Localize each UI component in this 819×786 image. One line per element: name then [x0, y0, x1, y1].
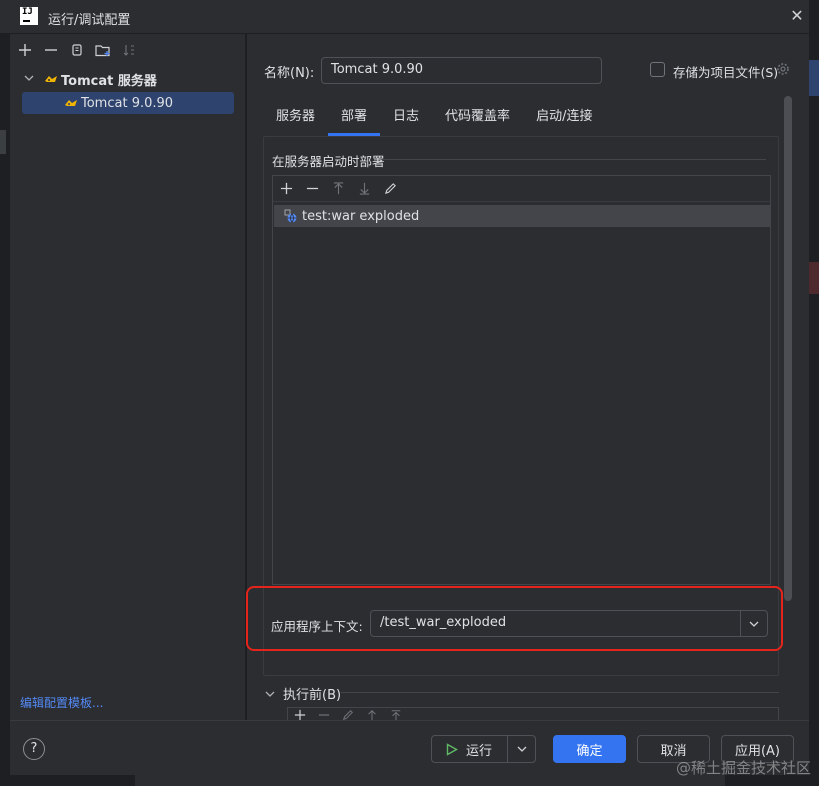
tomcat-icon [45, 76, 57, 82]
add-icon[interactable] [294, 709, 306, 720]
gear-icon[interactable] [775, 61, 791, 77]
remove-icon[interactable] [318, 709, 330, 720]
close-icon[interactable]: ✕ [789, 8, 805, 24]
tomcat-icon [65, 100, 77, 106]
add-icon[interactable] [277, 180, 295, 198]
watermark: @稀土掘金技术社区 [675, 759, 811, 777]
run-label: 运行 [466, 743, 493, 759]
title-bar: IJ 运行/调试配置 ✕ [0, 0, 819, 34]
ok-button[interactable]: 确定 [553, 735, 626, 763]
deployment-list: test:war exploded [272, 175, 771, 585]
background-error-stripe [809, 262, 819, 294]
new-folder-icon[interactable] [94, 41, 112, 59]
background-tab-accent [809, 60, 819, 96]
tree-group-tomcat-server[interactable]: Tomcat 服务器 [22, 68, 157, 90]
background-status-block [135, 775, 725, 786]
add-icon[interactable] [16, 41, 34, 59]
section-divider [382, 159, 766, 160]
window-title: 运行/调试配置 [48, 13, 131, 28]
before-launch-toolbar [287, 707, 779, 720]
edit-pencil-icon[interactable] [381, 180, 399, 198]
vertical-scrollbar[interactable] [784, 96, 792, 601]
chevron-down-icon[interactable] [740, 611, 767, 636]
name-input[interactable]: Tomcat 9.0.90 [321, 57, 602, 84]
move-top-icon[interactable] [390, 709, 402, 720]
tab-server[interactable]: 服务器 [263, 104, 328, 136]
intellij-logo-icon: IJ [20, 7, 38, 25]
store-as-project-file-checkbox[interactable] [650, 62, 665, 77]
run-button[interactable]: 运行 [432, 736, 509, 762]
tree-item-label: Tomcat 9.0.90 [81, 95, 174, 111]
background-editor-edge [0, 34, 10, 786]
application-context-combo[interactable]: /test_war_exploded [370, 610, 768, 637]
chevron-down-icon [517, 746, 527, 752]
tree-group-label: Tomcat 服务器 [61, 73, 157, 89]
help-button[interactable]: ? [23, 738, 45, 760]
chevron-down-icon[interactable] [22, 74, 36, 85]
before-launch-label: 执行前(B) [283, 688, 342, 703]
name-label: 名称(N): [264, 66, 315, 81]
store-as-project-file-label[interactable]: 存储为项目文件(S) [673, 62, 778, 81]
play-icon [446, 742, 458, 756]
move-up-icon[interactable] [329, 180, 347, 198]
run-split-button: 运行 [431, 735, 536, 763]
application-context-label: 应用程序上下文: [271, 619, 363, 634]
remove-icon[interactable] [42, 41, 60, 59]
configuration-toolbar [10, 34, 246, 66]
edit-pencil-icon[interactable] [342, 709, 354, 720]
move-down-icon[interactable] [355, 180, 373, 198]
configuration-editor: 名称(N): Tomcat 9.0.90 存储为项目文件(S) 服务器 部署 日… [246, 34, 809, 720]
configuration-tree-panel: Tomcat 服务器 Tomcat 9.0.90 编辑配置模板... [10, 34, 246, 720]
sort-icon[interactable] [120, 41, 138, 59]
deployment-toolbar [273, 176, 770, 202]
move-up-icon[interactable] [366, 709, 378, 720]
application-context-value: /test_war_exploded [380, 615, 507, 630]
chevron-down-icon[interactable] [265, 690, 275, 698]
section-divider [341, 692, 779, 693]
tab-logs[interactable]: 日志 [380, 104, 432, 136]
tab-strip: 服务器 部署 日志 代码覆盖率 启动/连接 [263, 104, 605, 136]
artifact-label: test:war exploded [302, 208, 420, 224]
tab-deployment[interactable]: 部署 [328, 104, 381, 136]
artifact-row[interactable]: test:war exploded [274, 205, 771, 227]
artifact-globe-icon [284, 209, 297, 223]
edit-templates-link[interactable]: 编辑配置模板... [20, 694, 103, 711]
background-editor-edge [809, 0, 819, 786]
remove-icon[interactable] [303, 180, 321, 198]
tree-item-tomcat-config[interactable]: Tomcat 9.0.90 [22, 92, 234, 114]
before-launch-header[interactable]: 执行前(B) [265, 684, 341, 703]
tab-code-coverage[interactable]: 代码覆盖率 [432, 104, 523, 136]
run-dropdown-button[interactable] [508, 736, 535, 762]
background-editor-mark [0, 130, 6, 154]
copy-icon[interactable] [68, 41, 86, 59]
tab-startup-connection[interactable]: 启动/连接 [523, 104, 605, 136]
deploy-on-startup-title: 在服务器启动时部署 [272, 154, 385, 169]
